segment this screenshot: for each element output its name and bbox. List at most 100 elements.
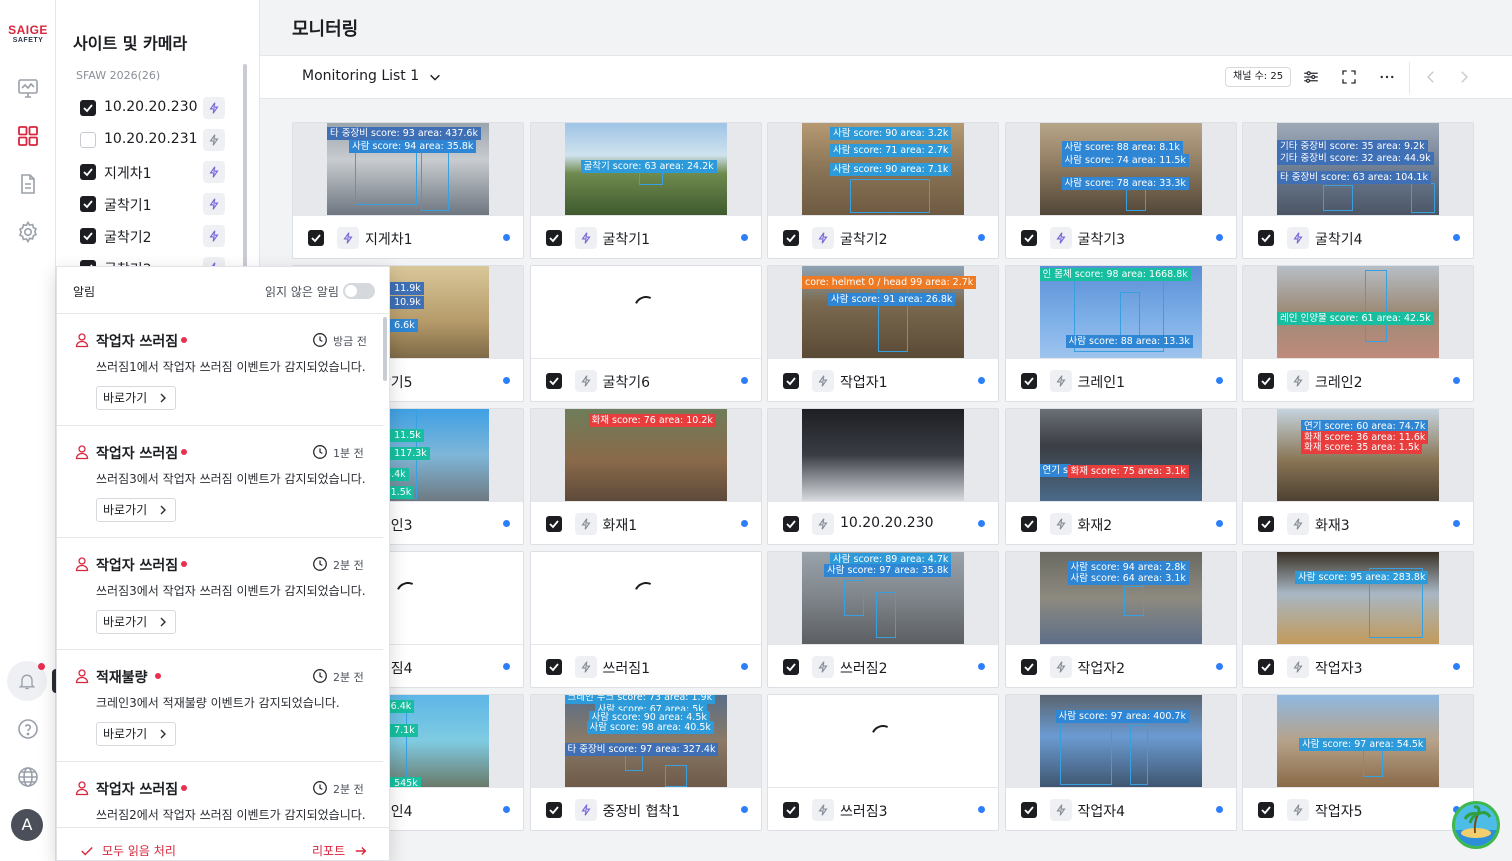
notification-scrollbar[interactable]	[383, 317, 387, 381]
mark-all-read-button[interactable]: 모두 읽음 처리	[81, 842, 176, 859]
help-icon[interactable]	[16, 717, 40, 741]
notification-item[interactable]: 작업자 쓰러짐 1분 전 쓰러짐3에서 작업자 쓰러짐 이벤트가 감지되었습니다. 바…	[57, 426, 383, 538]
camera-thumbnail[interactable]: 사람 score: 97 area: 400.7k	[1005, 695, 1236, 787]
plugin-icon[interactable]	[574, 513, 597, 535]
camera-select-checkbox[interactable]	[545, 516, 562, 532]
plugin-icon[interactable]	[203, 225, 225, 247]
monitoring-list-select[interactable]: Monitoring List 1	[302, 68, 440, 84]
next-page-icon[interactable]	[1455, 68, 1473, 86]
camera-thumbnail[interactable]: 사람 score: 88 area: 8.1k 사람 score: 74 area…	[1005, 123, 1236, 215]
camera-select-checkbox[interactable]	[1258, 802, 1274, 818]
plugin-icon[interactable]	[1287, 656, 1309, 678]
camera-tile[interactable]: 굴착기6	[529, 265, 762, 402]
camera-select-checkbox[interactable]	[1258, 659, 1274, 675]
plugin-icon[interactable]	[1287, 227, 1309, 249]
panel-scrollbar[interactable]	[243, 64, 247, 274]
more-options-icon[interactable]	[1378, 68, 1396, 86]
camera-tile[interactable]: 사람 score: 94 area: 2.8k 사람 score: 64 area…	[1004, 551, 1237, 688]
plugin-icon[interactable]	[1049, 370, 1072, 392]
camera-row[interactable]: 굴착기1	[80, 192, 225, 216]
camera-thumbnail[interactable]: 인 몸체 score: 98 area: 1668.8k 사람 score: 88…	[1005, 266, 1236, 358]
camera-tile[interactable]: 기타 중장비 score: 35 area: 9.2k 기타 중장비 score:…	[1242, 122, 1474, 259]
camera-select-checkbox[interactable]	[545, 802, 562, 818]
plugin-icon[interactable]	[574, 227, 597, 249]
camera-select-checkbox[interactable]	[1020, 373, 1037, 389]
camera-checkbox[interactable]	[80, 196, 96, 212]
camera-thumbnail[interactable]	[768, 695, 998, 787]
camera-thumbnail[interactable]: 사람 score: 89 area: 4.7k 사람 score: 97 area…	[768, 552, 998, 644]
goto-button[interactable]: 바로가기	[96, 386, 177, 410]
camera-select-checkbox[interactable]	[308, 230, 324, 246]
camera-select-checkbox[interactable]	[783, 230, 799, 246]
camera-checkbox[interactable]	[80, 164, 96, 180]
unread-only-toggle[interactable]	[343, 283, 375, 299]
document-icon[interactable]	[16, 172, 40, 196]
filter-sliders-icon[interactable]	[1302, 68, 1320, 86]
camera-select-checkbox[interactable]	[1258, 373, 1274, 389]
camera-select-checkbox[interactable]	[545, 373, 562, 389]
camera-thumbnail[interactable]: 크레인 무크 score: 73 area: 1.9k 사람 score: 67 …	[530, 695, 761, 787]
camera-tile[interactable]: 굴착기 score: 63 area: 24.2k 굴착기1	[529, 122, 762, 259]
camera-select-checkbox[interactable]	[1258, 230, 1274, 246]
camera-tile[interactable]: 사람 score: 97 area: 400.7k 작업자4	[1004, 694, 1237, 831]
camera-select-checkbox[interactable]	[1020, 230, 1037, 246]
camera-tile[interactable]: 크레인 무크 score: 73 area: 1.9k 사람 score: 67 …	[529, 694, 762, 831]
camera-thumbnail[interactable]: 굴착기 score: 63 area: 24.2k	[530, 123, 761, 215]
camera-select-checkbox[interactable]	[783, 659, 799, 675]
goto-button[interactable]: 바로가기	[96, 498, 177, 522]
plugin-icon[interactable]	[812, 656, 834, 678]
notification-item[interactable]: 작업자 쓰러짐 방금 전 쓰러짐1에서 작업자 쓰러짐 이벤트가 감지되었습니다. 바…	[57, 314, 383, 426]
user-avatar[interactable]: A	[11, 809, 43, 841]
camera-select-checkbox[interactable]	[1258, 516, 1274, 532]
plugin-icon[interactable]	[203, 193, 225, 215]
camera-tile[interactable]: 화재 score: 76 area: 10.2k 화재1	[529, 408, 762, 545]
camera-tile[interactable]: 레인 인양물 score: 61 area: 42.5k 크레인2	[1242, 265, 1474, 402]
plugin-icon[interactable]	[1049, 513, 1072, 535]
camera-tile[interactable]: 쓰러짐3	[767, 694, 999, 831]
saige-safety-logo[interactable]: SAIGE SAFETY	[6, 24, 50, 44]
plugin-icon[interactable]	[203, 161, 225, 183]
goto-button[interactable]: 바로가기	[96, 610, 177, 634]
plugin-icon[interactable]	[574, 370, 597, 392]
camera-thumbnail[interactable]: 사람 score: 94 area: 2.8k 사람 score: 64 area…	[1005, 552, 1236, 644]
camera-tile[interactable]: 사람 score: 89 area: 4.7k 사람 score: 97 area…	[767, 551, 999, 688]
camera-select-checkbox[interactable]	[1020, 516, 1037, 532]
plugin-icon[interactable]	[203, 97, 225, 119]
camera-thumbnail[interactable]	[768, 409, 998, 501]
site-group-label[interactable]: SFAW 2026(26)	[76, 69, 160, 82]
camera-checkbox[interactable]	[80, 132, 96, 148]
camera-thumbnail[interactable]: 사람 score: 95 area: 283.8k	[1243, 552, 1473, 644]
camera-thumbnail[interactable]	[530, 266, 761, 358]
globe-language-icon[interactable]	[16, 765, 40, 789]
camera-tile[interactable]: 연기 s 화재 score: 75 area: 3.1k 화재2	[1004, 408, 1237, 545]
camera-tile[interactable]: 연기 score: 60 area: 74.7k 화재 score: 36 are…	[1242, 408, 1474, 545]
camera-row[interactable]: 지게차1	[80, 160, 225, 184]
plugin-icon[interactable]	[1049, 656, 1072, 678]
plugin-icon[interactable]	[1049, 227, 1072, 249]
camera-tile[interactable]: 사람 score: 97 area: 54.5k 작업자5	[1242, 694, 1474, 831]
camera-tile[interactable]: 사람 score: 95 area: 283.8k 작업자3	[1242, 551, 1474, 688]
camera-select-checkbox[interactable]	[1020, 802, 1037, 818]
camera-thumbnail[interactable]: 사람 score: 97 area: 54.5k	[1243, 695, 1473, 787]
plugin-icon[interactable]	[574, 656, 597, 678]
camera-thumbnail[interactable]: 사람 score: 90 area: 3.2k 사람 score: 71 area…	[768, 123, 998, 215]
camera-tile[interactable]: 사람 score: 90 area: 3.2k 사람 score: 71 area…	[767, 122, 999, 259]
camera-tile[interactable]: 인 몸체 score: 98 area: 1668.8k 사람 score: 88…	[1004, 265, 1237, 402]
camera-checkbox[interactable]	[80, 228, 96, 244]
chat-assistant-button[interactable]	[1452, 801, 1500, 849]
plugin-icon[interactable]	[1287, 513, 1309, 535]
camera-tile[interactable]: core: helmet 0 / head 99 area: 2.7k 사람 sc…	[767, 265, 999, 402]
camera-thumbnail[interactable]	[530, 552, 761, 644]
plugin-icon[interactable]	[1049, 799, 1072, 821]
report-link[interactable]: 리포트	[312, 842, 367, 859]
camera-tile[interactable]: 10.20.20.230	[767, 408, 999, 545]
camera-thumbnail[interactable]: 타 중장비 score: 93 area: 437.6k 사람 score: 94…	[293, 123, 523, 215]
goto-button[interactable]: 바로가기	[96, 722, 177, 746]
camera-row[interactable]: 10.20.20.230	[80, 96, 225, 120]
camera-thumbnail[interactable]: 레인 인양물 score: 61 area: 42.5k	[1243, 266, 1473, 358]
camera-select-checkbox[interactable]	[545, 230, 562, 246]
camera-select-checkbox[interactable]	[783, 373, 799, 389]
plugin-icon[interactable]	[812, 227, 834, 249]
fullscreen-icon[interactable]	[1340, 68, 1358, 86]
camera-checkbox[interactable]	[80, 100, 96, 116]
